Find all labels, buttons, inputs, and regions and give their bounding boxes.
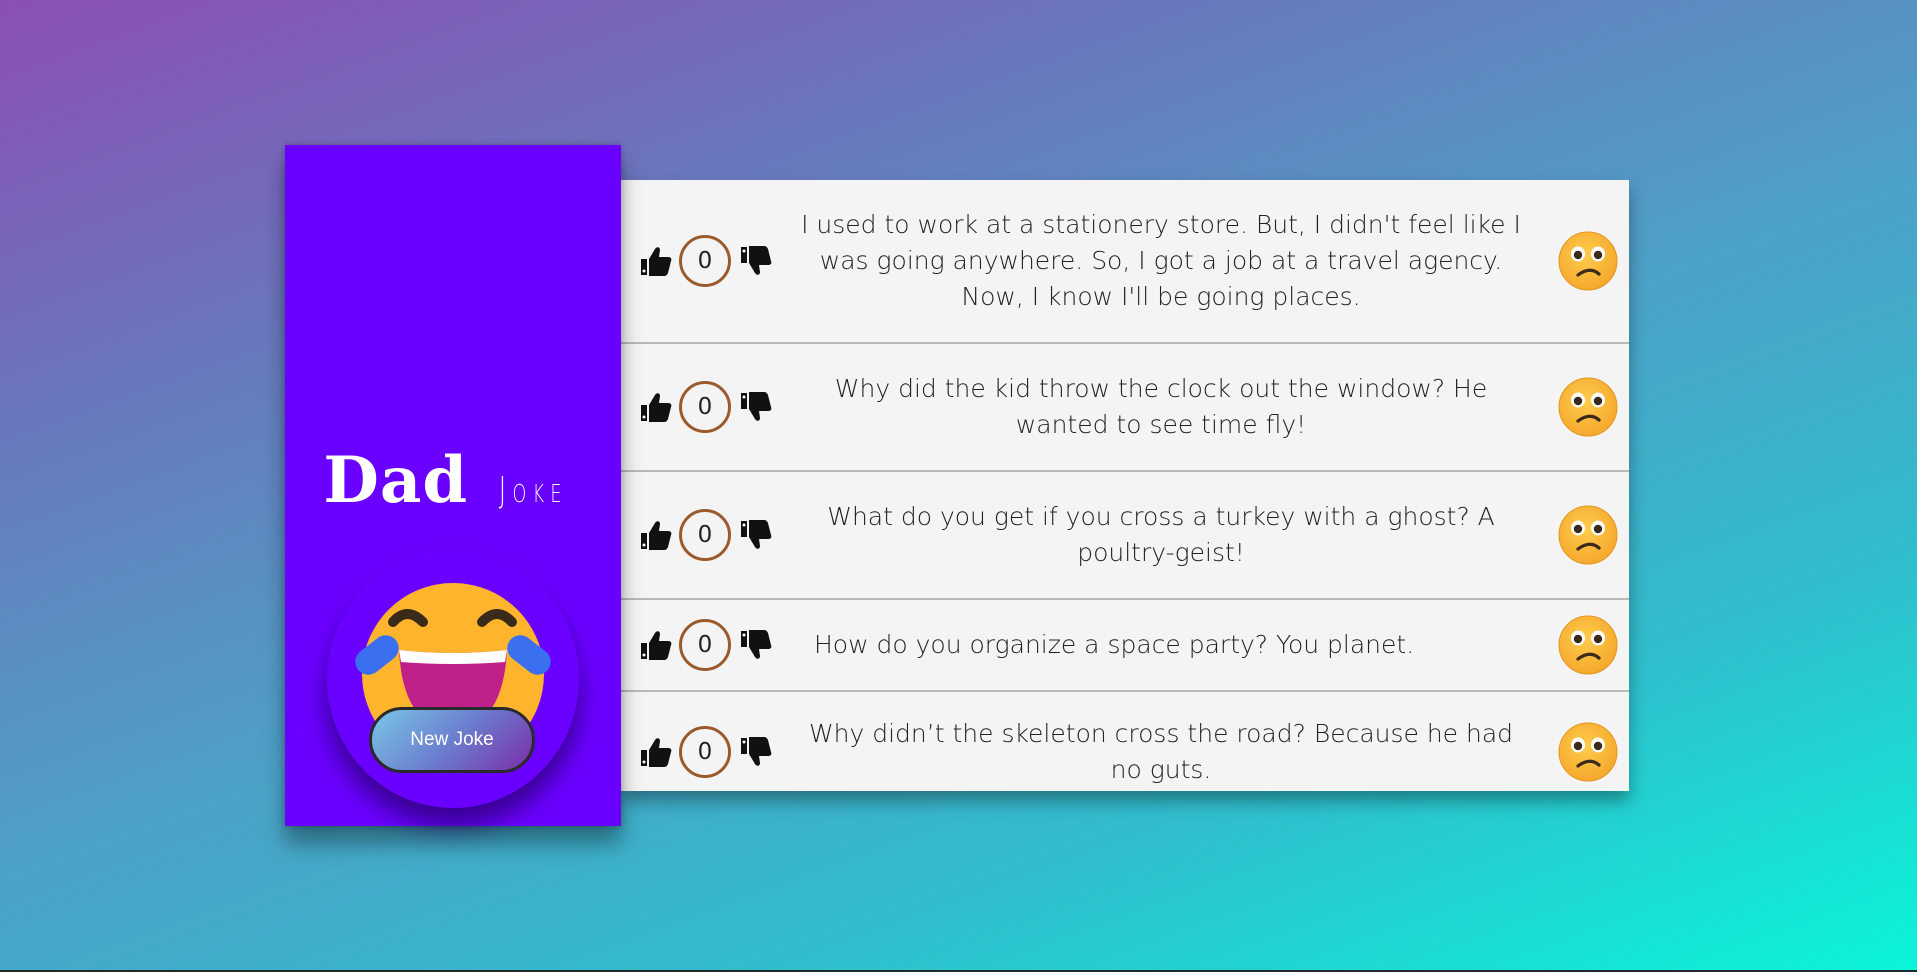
joke-row: 0 How do you organize a space party? You… — [621, 600, 1629, 692]
vote-controls: 0 — [637, 235, 773, 287]
thumbs-up-icon[interactable] — [637, 517, 673, 553]
app-title: Dad Joke — [285, 443, 621, 518]
confused-face-icon — [1557, 504, 1619, 566]
joke-row: 0 I used to work at a stationery store. … — [621, 180, 1629, 344]
joke-row: 0 What do you get if you cross a turkey … — [621, 472, 1629, 600]
app-title-main: Dad — [323, 443, 469, 518]
vote-count: 0 — [679, 235, 731, 287]
new-joke-button[interactable]: New Joke — [369, 707, 535, 773]
thumbs-up-icon[interactable] — [637, 243, 673, 279]
thumbs-down-icon[interactable] — [737, 734, 773, 770]
vote-controls: 0 — [637, 726, 773, 778]
joke-text: How do you organize a space party? You p… — [814, 630, 1415, 659]
thumbs-up-icon[interactable] — [637, 734, 673, 770]
vote-count: 0 — [679, 726, 731, 778]
joke-text: What do you get if you cross a turkey wi… — [827, 502, 1495, 567]
app-title-sub: Joke — [498, 470, 568, 511]
vote-count: 0 — [679, 381, 731, 433]
thumbs-down-icon[interactable] — [737, 389, 773, 425]
vote-count: 0 — [679, 509, 731, 561]
joke-row: 0 Why didn’t the skeleton cross the road… — [621, 692, 1629, 791]
confused-face-icon — [1557, 230, 1619, 292]
thumbs-up-icon[interactable] — [637, 627, 673, 663]
sidebar: Dad Joke New Joke — [285, 145, 621, 826]
confused-face-icon — [1557, 376, 1619, 438]
vote-controls: 0 — [637, 381, 773, 433]
jokes-list: 0 I used to work at a stationery store. … — [621, 180, 1629, 791]
confused-face-icon — [1557, 721, 1619, 783]
thumbs-up-icon[interactable] — [637, 389, 673, 425]
joke-text: I used to work at a stationery store. Bu… — [801, 210, 1521, 311]
joke-text: Why did the kid throw the clock out the … — [834, 374, 1488, 439]
thumbs-down-icon[interactable] — [737, 243, 773, 279]
vote-count: 0 — [679, 619, 731, 671]
thumbs-down-icon[interactable] — [737, 627, 773, 663]
confused-face-icon — [1557, 614, 1619, 676]
vote-controls: 0 — [637, 619, 773, 671]
joke-row: 0 Why did the kid throw the clock out th… — [621, 344, 1629, 472]
vote-controls: 0 — [637, 509, 773, 561]
thumbs-down-icon[interactable] — [737, 517, 773, 553]
joke-text: Why didn’t the skeleton cross the road? … — [808, 719, 1514, 784]
